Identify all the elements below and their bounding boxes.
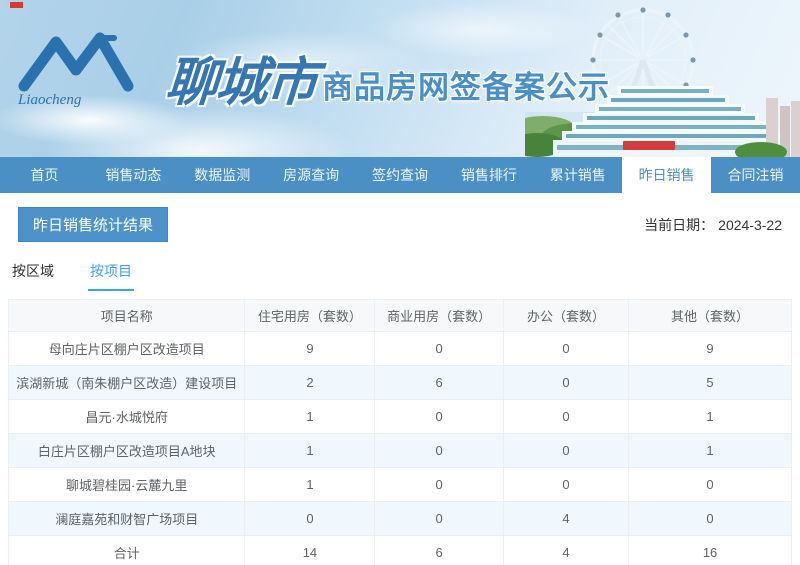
- table-row: 澜庭嘉苑和财智广场项目 0 0 4 0: [9, 502, 792, 536]
- value-cell: 2: [245, 366, 375, 400]
- col-header-office: 办公（套数）: [503, 300, 628, 332]
- nav-item-contract-query[interactable]: 签约查询: [356, 157, 445, 193]
- value-cell: 5: [629, 366, 792, 400]
- site-title-calligraphy: 聊城市: [164, 57, 318, 109]
- red-marker-icon: [10, 2, 23, 8]
- logo-script-text: Liaocheng: [17, 92, 82, 108]
- section-title-badge: 昨日销售统计结果: [18, 207, 168, 242]
- project-name-cell: 白庄片区棚户区改造项目A地块: [9, 434, 245, 468]
- value-cell: 0: [503, 400, 628, 434]
- nav-item-sales-dynamics[interactable]: 销售动态: [89, 157, 178, 193]
- value-cell: 9: [629, 332, 792, 366]
- project-name-cell: 母向庄片区棚户区改造项目: [9, 332, 245, 366]
- value-cell: 1: [245, 434, 375, 468]
- table-row: 母向庄片区棚户区改造项目 9 0 0 9: [9, 332, 792, 366]
- value-cell: 0: [503, 332, 628, 366]
- value-cell: 1: [245, 468, 375, 502]
- current-date-label: 当前日期：: [644, 217, 714, 233]
- current-date-value: 2024-3-22: [718, 217, 782, 233]
- value-cell: 4: [503, 502, 628, 536]
- nav-item-yesterday-sales[interactable]: 昨日销售: [622, 157, 711, 193]
- value-cell: 14: [245, 536, 375, 565]
- value-cell: 0: [245, 502, 375, 536]
- value-cell: 0: [375, 332, 503, 366]
- col-header-other: 其他（套数）: [629, 300, 792, 332]
- view-tabs: 按区域 按项目: [10, 257, 782, 291]
- site-header-banner: Liaocheng 聊城市 商品房网签备案公示: [0, 0, 800, 157]
- nav-item-data-monitor[interactable]: 数据监测: [178, 157, 267, 193]
- col-header-commercial: 商业用房（套数）: [375, 300, 503, 332]
- main-nav: 首页 销售动态 数据监测 房源查询 签约查询 销售排行 累计销售 昨日销售 合同…: [0, 157, 800, 193]
- table-row: 昌元·水城悦府 1 0 0 1: [9, 400, 792, 434]
- nav-item-sales-ranking[interactable]: 销售排行: [444, 157, 533, 193]
- value-cell: 0: [375, 502, 503, 536]
- value-cell: 16: [629, 536, 792, 565]
- value-cell: 0: [503, 468, 628, 502]
- project-name-cell: 滨湖新城（南朱棚户区改造）建设项目: [9, 366, 245, 400]
- nav-item-listing-query[interactable]: 房源查询: [267, 157, 356, 193]
- value-cell: 6: [375, 536, 503, 565]
- value-cell: 1: [629, 434, 792, 468]
- value-cell: 0: [375, 400, 503, 434]
- liaocheng-logo-icon: Liaocheng: [16, 24, 166, 109]
- sales-table: 项目名称 住宅用房（套数） 商业用房（套数） 办公（套数） 其他（套数） 母向庄…: [8, 299, 792, 565]
- value-cell: 6: [375, 366, 503, 400]
- value-cell: 0: [629, 468, 792, 502]
- tab-by-project[interactable]: 按项目: [88, 257, 134, 291]
- project-name-cell: 澜庭嘉苑和财智广场项目: [9, 502, 245, 536]
- value-cell: 0: [629, 502, 792, 536]
- project-name-cell: 聊城碧桂园·云麓九里: [9, 468, 245, 502]
- nav-item-home[interactable]: 首页: [0, 157, 89, 193]
- section-head: 昨日销售统计结果 当前日期：2024-3-22: [18, 207, 782, 242]
- col-header-project-name: 项目名称: [9, 300, 245, 332]
- value-cell: 0: [503, 434, 628, 468]
- value-cell: 0: [503, 366, 628, 400]
- value-cell: 4: [503, 536, 628, 565]
- table-row: 聊城碧桂园·云麓九里 1 0 0 0: [9, 468, 792, 502]
- site-brand: Liaocheng 聊城市 商品房网签备案公示: [16, 24, 610, 109]
- nav-item-contract-cancel[interactable]: 合同注销: [711, 157, 800, 193]
- value-cell: 0: [375, 434, 503, 468]
- table-row: 白庄片区棚户区改造项目A地块 1 0 0 1: [9, 434, 792, 468]
- col-header-residential: 住宅用房（套数）: [245, 300, 375, 332]
- value-cell: 0: [375, 468, 503, 502]
- current-date: 当前日期：2024-3-22: [644, 215, 782, 235]
- total-label-cell: 合计: [9, 536, 245, 565]
- site-title: 商品房网签备案公示: [322, 72, 610, 103]
- value-cell: 1: [629, 400, 792, 434]
- table-row: 滨湖新城（南朱棚户区改造）建设项目 2 6 0 5: [9, 366, 792, 400]
- value-cell: 1: [245, 400, 375, 434]
- value-cell: 9: [245, 332, 375, 366]
- table-total-row: 合计 14 6 4 16: [9, 536, 792, 565]
- nav-item-total-sales[interactable]: 累计销售: [533, 157, 622, 193]
- tab-by-region[interactable]: 按区域: [10, 257, 56, 291]
- project-name-cell: 昌元·水城悦府: [9, 400, 245, 434]
- table-header-row: 项目名称 住宅用房（套数） 商业用房（套数） 办公（套数） 其他（套数）: [9, 300, 792, 332]
